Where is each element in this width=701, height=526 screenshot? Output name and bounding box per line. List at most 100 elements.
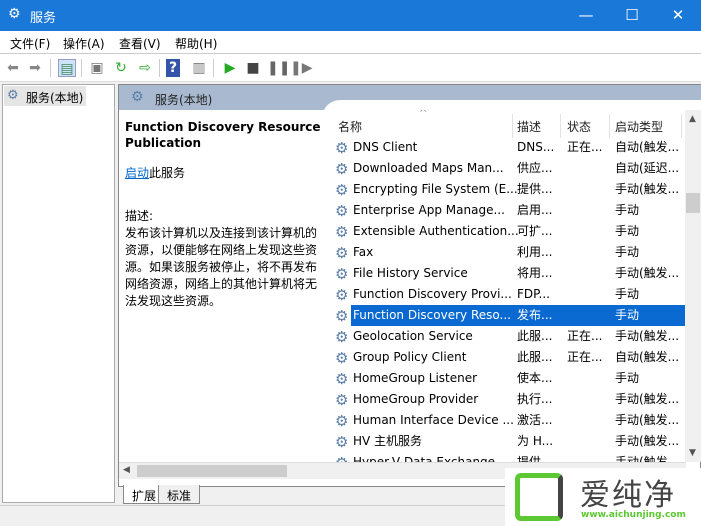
maximize-button[interactable]: ☐	[609, 0, 655, 31]
table-row[interactable]: ⚙ Extensible Authentication... 可扩... 手动	[331, 221, 686, 242]
table-row[interactable]: ⚙ Hyper-V Data Exchange ... 提供... 手动(触发.…	[331, 452, 686, 462]
description-cell: 可扩...	[517, 224, 553, 238]
services-pane: ⚙ 服务(本地) Function Discovery Resource Pub…	[118, 84, 701, 487]
description-cell: DNS...	[517, 140, 555, 154]
table-row[interactable]: ⚙ Function Discovery Provi... FDP... 手动	[331, 284, 686, 305]
service-name-cell: Fax	[353, 245, 374, 259]
scrollbar-thumb[interactable]	[137, 465, 287, 477]
scrollbar-thumb[interactable]	[686, 193, 700, 213]
properties-icon[interactable]: ▣	[88, 59, 106, 77]
menu-help[interactable]: 帮助(H)	[175, 35, 217, 52]
service-name: Function Discovery Resource Publication	[125, 120, 321, 150]
column-divider[interactable]	[512, 114, 513, 138]
start-service-link[interactable]: 启动	[125, 166, 149, 180]
description-cell: 此服...	[517, 350, 553, 364]
service-gear-icon: ⚙	[335, 328, 349, 346]
column-divider[interactable]	[681, 114, 682, 138]
action-pane-icon[interactable]: ▥	[190, 59, 208, 77]
table-row[interactable]: ⚙ HV 主机服务 为 H... 手动(触发...	[331, 431, 686, 452]
back-arrow-icon[interactable]: ⬅	[4, 59, 22, 77]
vertical-scrollbar[interactable]: ▲ ▼	[685, 110, 701, 462]
description-cell: 激活...	[517, 413, 553, 427]
scroll-left-icon[interactable]: ◀	[123, 465, 130, 475]
service-gear-icon: ⚙	[335, 286, 349, 304]
menu-view[interactable]: 查看(V)	[119, 35, 161, 52]
table-row[interactable]: ⚙ Fax 利用... 手动	[331, 242, 686, 263]
help-icon[interactable]: ?	[166, 59, 180, 77]
description-cell: 发布...	[517, 308, 553, 322]
minimize-button[interactable]: —	[563, 0, 609, 31]
services-list: ^ 名称 描述 状态 启动类型 ⚙ DNS Client DNS... 正在..…	[331, 110, 686, 462]
title-bar: ⚙ 服务 — ☐ ✕	[0, 0, 701, 31]
services-gear-icon: ⚙	[7, 88, 19, 103]
separator	[81, 59, 82, 77]
tab-standard[interactable]: 标准	[158, 485, 201, 504]
start-icon[interactable]: ▶	[221, 59, 239, 77]
watermark-logo	[515, 473, 563, 521]
table-row[interactable]: ⚙ Downloaded Maps Man... 供应... 自动(延迟...	[331, 158, 686, 179]
service-name-cell: DNS Client	[353, 140, 418, 154]
column-header-description[interactable]: 描述	[517, 118, 541, 135]
pause-icon[interactable]: ❚❚	[267, 59, 290, 77]
service-gear-icon: ⚙	[335, 244, 349, 262]
tree-item-services-local[interactable]: ⚙ 服务(本地)	[4, 86, 86, 106]
tree-pane: ⚙ 服务(本地)	[2, 84, 115, 503]
service-gear-icon: ⚙	[335, 391, 349, 409]
refresh-icon[interactable]: ↻	[112, 59, 130, 77]
description-cell: 利用...	[517, 245, 553, 259]
startup-type-cell: 手动(触发...	[615, 182, 680, 196]
startup-type-cell: 自动(触发...	[615, 140, 680, 154]
service-gear-icon: ⚙	[335, 433, 349, 451]
status-cell: 正在...	[567, 350, 603, 364]
service-gear-icon: ⚙	[335, 412, 349, 430]
table-row[interactable]: ⚙ Human Interface Device ... 激活... 手动(触发…	[331, 410, 686, 431]
column-divider[interactable]	[609, 114, 610, 138]
startup-type-cell: 手动(触发...	[615, 266, 680, 280]
export-list-icon[interactable]: ⇨	[136, 59, 154, 77]
table-row[interactable]: ⚙ Geolocation Service 此服... 正在... 手动(触发.…	[331, 326, 686, 347]
separator	[50, 59, 51, 77]
service-name-cell: File History Service	[353, 266, 468, 280]
service-name-cell: Downloaded Maps Man...	[353, 161, 504, 175]
column-divider[interactable]	[560, 114, 561, 138]
table-row[interactable]: ⚙ Group Policy Client 此服... 正在... 自动(触发.…	[331, 347, 686, 368]
forward-arrow-icon[interactable]: ➡	[26, 59, 44, 77]
table-row[interactable]: ⚙ Function Discovery Reso... 发布... 手动	[335, 305, 686, 326]
service-name-cell: Human Interface Device ...	[353, 413, 514, 427]
sort-ascending-icon: ^	[419, 110, 428, 119]
stop-icon[interactable]: ■	[244, 59, 262, 77]
services-gear-icon: ⚙	[131, 89, 144, 105]
menu-file[interactable]: 文件(F)	[10, 35, 50, 52]
table-row[interactable]: ⚙ Encrypting File System (E... 提供... 手动(…	[331, 179, 686, 200]
menu-action[interactable]: 操作(A)	[63, 35, 105, 52]
service-gear-icon: ⚙	[335, 265, 349, 283]
service-gear-icon: ⚙	[335, 307, 349, 325]
table-row[interactable]: ⚙ File History Service 将用... 手动(触发...	[331, 263, 686, 284]
description-cell: 此服...	[517, 329, 553, 343]
service-name-cell: Encrypting File System (E...	[353, 182, 518, 196]
services-gear-icon: ⚙	[8, 6, 21, 22]
column-header-startup-type[interactable]: 启动类型	[615, 118, 663, 135]
startup-type-cell: 自动(触发...	[615, 350, 680, 364]
toolbar: ⬅ ➡ ▤ ▣ ↻ ⇨ ? ▥ ▶ ■ ❚❚ ❚▶	[0, 54, 701, 82]
table-row[interactable]: ⚙ HomeGroup Provider 执行... 手动(触发...	[331, 389, 686, 410]
resume-icon[interactable]: ❚▶	[290, 59, 313, 77]
column-header-status[interactable]: 状态	[567, 118, 591, 135]
scroll-up-icon[interactable]: ▲	[689, 114, 696, 124]
table-row[interactable]: ⚙ Enterprise App Manage... 启用... 手动	[331, 200, 686, 221]
close-button[interactable]: ✕	[655, 0, 701, 31]
service-name-cell: HV 主机服务	[353, 434, 423, 448]
table-row[interactable]: ⚙ DNS Client DNS... 正在... 自动(触发...	[331, 137, 686, 158]
service-name-cell: HomeGroup Provider	[353, 392, 479, 406]
table-row[interactable]: ⚙ HomeGroup Listener 使本... 手动	[331, 368, 686, 389]
description-cell: 提供...	[517, 182, 553, 196]
show-hide-tree-icon[interactable]: ▤	[58, 59, 76, 77]
description-text: 发布该计算机以及连接到该计算机的资源，以便能够在网络上发现这些资源。如果该服务被…	[125, 226, 318, 308]
service-detail: Function Discovery Resource Publication …	[125, 119, 325, 310]
scroll-down-icon[interactable]: ▼	[689, 448, 696, 458]
service-name-cell: Hyper-V Data Exchange ...	[353, 455, 511, 462]
tree-item-label: 服务(本地)	[26, 91, 84, 105]
startup-type-cell: 手动(触发...	[615, 455, 680, 462]
column-header-name[interactable]: 名称	[338, 118, 362, 135]
description-cell: 使本...	[517, 371, 553, 385]
